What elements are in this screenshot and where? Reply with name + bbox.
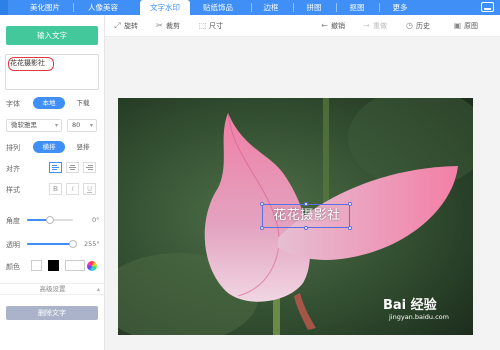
chevron-down-icon: ▾ xyxy=(54,122,58,129)
resize-handle[interactable] xyxy=(348,226,352,230)
tab-portrait[interactable]: 人像美容 xyxy=(80,0,126,15)
tab-stickers[interactable]: 贴纸饰品 xyxy=(193,0,243,15)
layout-label: 排列 xyxy=(6,144,20,152)
image-icon: ▣ xyxy=(453,21,462,30)
delete-text-button[interactable]: 删除文字 xyxy=(6,306,98,320)
resize-handle[interactable] xyxy=(348,202,352,206)
resize-handle[interactable] xyxy=(304,202,308,206)
input-text-button[interactable]: 输入文字 xyxy=(6,26,98,45)
align-right-button[interactable] xyxy=(83,162,96,173)
font-size-select[interactable]: 80 ▾ xyxy=(67,119,97,132)
watermark-text[interactable]: 花花摄影社 xyxy=(263,205,351,227)
tab-text-watermark[interactable]: 文字水印 xyxy=(140,0,190,15)
advanced-settings-toggle[interactable]: 高级设置 ▴ xyxy=(0,283,105,295)
baidu-jingyan-url: jingyan.baidu.com xyxy=(389,313,449,321)
clock-icon: ◷ xyxy=(406,21,413,30)
opacity-label: 透明 xyxy=(6,241,20,249)
top-tab-bar: 美化图片 人像美容 文字水印 贴纸饰品 边框 拼图 抠图 更多 xyxy=(0,0,500,15)
history-button[interactable]: ◷ 历史 xyxy=(405,19,430,33)
opacity-value: 255° xyxy=(84,240,100,248)
resize-handle[interactable] xyxy=(260,202,264,206)
align-left-button[interactable] xyxy=(49,162,62,173)
redo-button[interactable]: → 重做 xyxy=(362,19,387,33)
rotate-tool[interactable]: ⤢ 旋转 xyxy=(113,19,138,33)
text-input[interactable]: 花花摄影社 xyxy=(5,54,99,90)
scissors-icon: ✂ xyxy=(156,21,163,30)
align-center-button[interactable] xyxy=(66,162,79,173)
color-swatch-black[interactable] xyxy=(48,260,59,271)
tab-frame[interactable]: 边框 xyxy=(257,0,285,15)
crop-tool[interactable]: ✂ 裁剪 xyxy=(155,19,180,33)
opacity-slider-fill xyxy=(27,243,73,245)
chevron-up-icon: ▴ xyxy=(96,286,100,293)
window-icon[interactable] xyxy=(481,2,494,12)
align-label: 对齐 xyxy=(6,165,20,173)
angle-slider-handle[interactable] xyxy=(46,216,54,224)
color-swatch-current[interactable] xyxy=(65,260,85,271)
chevron-down-icon: ▾ xyxy=(89,122,93,129)
bold-button[interactable]: B xyxy=(49,183,62,195)
font-local-button[interactable]: 本地 xyxy=(33,97,65,109)
angle-value: 0° xyxy=(92,216,100,224)
color-wheel-icon[interactable] xyxy=(87,261,97,271)
angle-label: 角度 xyxy=(6,217,20,225)
original-button[interactable]: ▣ 原图 xyxy=(453,19,478,33)
resize-icon: ⬚ xyxy=(198,21,207,30)
color-swatch-white[interactable] xyxy=(31,260,42,271)
resize-handle[interactable] xyxy=(260,226,264,230)
rotate-icon: ⤢ xyxy=(114,21,121,30)
annotation-circle xyxy=(8,57,54,71)
undo-button[interactable]: ← 撤销 xyxy=(320,19,345,33)
redo-icon: → xyxy=(363,21,370,30)
tab-more[interactable]: 更多 xyxy=(386,0,414,15)
tab-collage[interactable]: 拼图 xyxy=(300,0,328,15)
italic-button[interactable]: I xyxy=(66,183,79,195)
color-label: 颜色 xyxy=(6,263,20,271)
undo-icon: ← xyxy=(321,21,328,30)
watermark-selection[interactable]: 花花摄影社 xyxy=(262,204,350,228)
font-label: 字体 xyxy=(6,100,20,108)
horizontal-layout-button[interactable]: 横排 xyxy=(33,141,65,153)
text-settings-panel: 输入文字 花花摄影社 字体 本地 下载 微软雅黑 ▾ 80 ▾ 排列 横排 竖排 对… xyxy=(0,15,105,350)
angle-slider[interactable] xyxy=(27,216,73,224)
tab-beautify[interactable]: 美化图片 xyxy=(23,0,67,15)
resize-tool[interactable]: ⬚ 尺寸 xyxy=(198,19,223,33)
image-toolbar: ⤢ 旋转 ✂ 裁剪 ⬚ 尺寸 ← 撤销 → 重做 ◷ 历史 ▣ 原图 xyxy=(105,15,500,37)
vertical-layout-button[interactable]: 竖排 xyxy=(67,141,99,153)
opacity-slider-handle[interactable] xyxy=(69,240,77,248)
font-family-select[interactable]: 微软雅黑 ▾ xyxy=(6,119,62,132)
font-download-button[interactable]: 下载 xyxy=(67,97,99,109)
baidu-jingyan-logo: Bai 经验 xyxy=(383,298,437,313)
resize-handle[interactable] xyxy=(304,226,308,230)
style-label: 样式 xyxy=(6,186,20,194)
tab-cutout[interactable]: 抠图 xyxy=(343,0,371,15)
app-logo xyxy=(0,0,8,15)
opacity-slider[interactable] xyxy=(27,240,77,248)
underline-button[interactable]: U xyxy=(83,183,96,195)
